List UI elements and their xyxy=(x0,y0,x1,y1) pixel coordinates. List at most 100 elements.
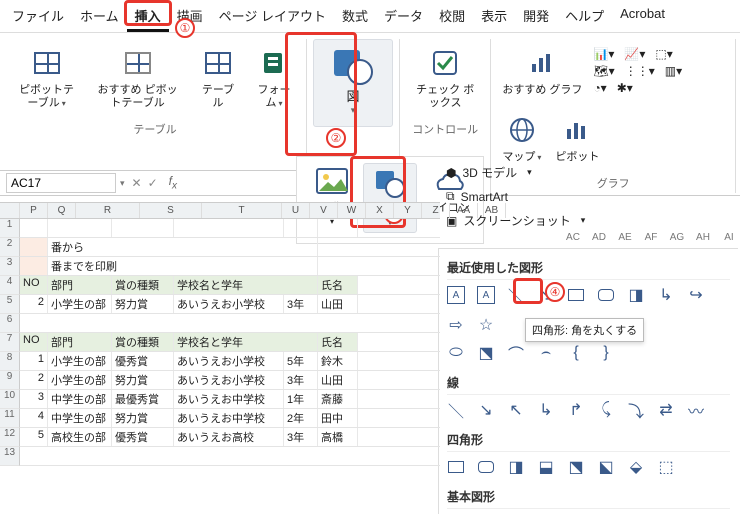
table-row: 1小学生の部優秀賞あいうえお小学校5年鈴木 xyxy=(20,352,440,371)
menu-dev[interactable]: 開発 xyxy=(515,2,557,32)
menu-layout[interactable]: ページ レイアウト xyxy=(211,2,334,32)
shape-round-rect[interactable] xyxy=(597,286,615,304)
rect-4[interactable]: ⬓ xyxy=(537,458,555,476)
shape-line[interactable]: ＼ xyxy=(507,286,525,304)
table-row: 3中学生の部最優秀賞あいうえお中学校1年斎藤 xyxy=(20,390,440,409)
shape-arc2[interactable]: ⌢ xyxy=(537,344,555,362)
line-5[interactable]: ↱ xyxy=(567,401,585,419)
menu-bar: ファイル ホーム 挿入 描画 ページ レイアウト 数式 データ 校閲 表示 開発… xyxy=(0,0,740,32)
shape-arc[interactable]: ⌒ xyxy=(507,344,525,362)
form-button[interactable]: フォーム xyxy=(248,39,300,115)
shape-rect[interactable] xyxy=(567,286,585,304)
col-headers-right: ACADAEAFAGAHAI xyxy=(560,232,740,243)
pivot-table-icon xyxy=(34,44,60,82)
section-recent: 最近使用した図形 xyxy=(447,253,730,280)
line-2[interactable]: ↘ xyxy=(477,401,495,419)
checkbox-icon xyxy=(431,44,459,82)
shape-brace-r[interactable]: } xyxy=(597,344,615,362)
rect-3[interactable]: ◨ xyxy=(507,458,525,476)
table-row: 2小学生の部努力賞あいうえお小学校3年山田 xyxy=(20,295,440,314)
radar-chart-icon[interactable]: ✱▾ xyxy=(617,81,633,95)
shape-gallery: 最近使用した図形 A A ＼ ↘ ◨ ↳ ↪ ⇨ ☆ ⬭ ⬔ ⌒ ⌢ { } 線… xyxy=(438,248,738,514)
shape-textbox[interactable]: A xyxy=(447,286,465,304)
shape-arrow-right[interactable]: ⇨ xyxy=(447,316,465,334)
shapes-icon xyxy=(373,168,407,201)
rect-2[interactable] xyxy=(477,458,495,476)
callout-badge-4: ④ xyxy=(545,282,565,302)
menu-home[interactable]: ホーム xyxy=(72,2,127,32)
group-label-tables: テーブル xyxy=(133,121,176,137)
recommended-chart-button[interactable]: おすすめ グラフ xyxy=(497,39,587,102)
menu-file[interactable]: ファイル xyxy=(4,2,72,32)
shape-flow1[interactable]: ⬭ xyxy=(447,344,465,362)
shape-star[interactable]: ☆ xyxy=(477,316,495,334)
right-menu: ⬢3D モデル▾ ⧉SmartArt ▣スクリーンショット▾ xyxy=(438,160,638,233)
col-headers: PQRSTUVWXYZAAAB xyxy=(0,202,440,219)
recommended-pivot-icon xyxy=(125,44,151,82)
checkbox-button[interactable]: チェック ボックス xyxy=(406,39,484,115)
line-6[interactable]: ⤹ xyxy=(597,401,615,419)
line-1[interactable]: ＼ xyxy=(447,401,465,419)
section-lines: 線 xyxy=(447,368,730,395)
row-numbers: 12345678910111213 xyxy=(0,219,20,466)
shape-textbox-v[interactable]: A xyxy=(477,286,495,304)
name-box[interactable] xyxy=(6,173,116,193)
waterfall-chart-icon[interactable]: ▥▾ xyxy=(665,64,682,78)
rect-7[interactable]: ⬙ xyxy=(627,458,645,476)
image-icon xyxy=(315,167,349,200)
shape-brace-l[interactable]: { xyxy=(567,344,585,362)
bar-chart-icon[interactable]: 📊▾ xyxy=(593,47,614,61)
fx-buttons: ✕✓ xyxy=(129,176,161,190)
line-7[interactable]: ⤵ xyxy=(627,401,645,419)
form-icon xyxy=(261,44,287,82)
menu-insert[interactable]: 挿入 xyxy=(127,2,169,32)
fx-label: fx xyxy=(161,174,185,191)
sheet: PQRSTUVWXYZAAAB 12345678910111213 番から 番ま… xyxy=(0,202,440,466)
menu-formula[interactable]: 数式 xyxy=(334,2,376,32)
shape-flow2[interactable]: ⬔ xyxy=(477,344,495,362)
formula-bar: ▾ ✕✓ fx xyxy=(0,170,296,196)
line-8[interactable]: ⇄ xyxy=(657,401,675,419)
line-chart-icon[interactable]: 📈▾ xyxy=(624,47,645,61)
callout-badge-2: ② xyxy=(326,128,346,148)
nested-chart-icon[interactable]: ⬚▾ xyxy=(655,47,672,61)
menu-acrobat[interactable]: Acrobat xyxy=(612,2,673,32)
rect-5[interactable]: ⬔ xyxy=(567,458,585,476)
cube-icon: ⬢ xyxy=(446,166,456,180)
section-basic: 基本図形 xyxy=(447,482,730,509)
illustrations-button[interactable]: 図 ▾ xyxy=(313,39,393,127)
table-icon xyxy=(205,44,231,82)
smartart-icon: ⧉ xyxy=(446,189,455,204)
rect-1[interactable] xyxy=(447,458,465,476)
shape-tooltip: 四角形: 角を丸くする xyxy=(525,318,644,342)
menu-review[interactable]: 校閲 xyxy=(431,2,473,32)
grid[interactable]: 番から 番までを印刷 NO部門賞の種類学校名と学年氏名 2小学生の部努力賞あいう… xyxy=(20,219,440,466)
pivot-chart-icon xyxy=(563,111,591,149)
shape-single-corner[interactable]: ◨ xyxy=(627,286,645,304)
table-button[interactable]: テーブル xyxy=(192,39,244,115)
menu-3d-model[interactable]: ⬢3D モデル▾ xyxy=(438,160,638,185)
recommended-chart-icon xyxy=(528,44,556,82)
scatter-chart-icon[interactable]: ⋮⋮▾ xyxy=(625,64,655,78)
globe-icon xyxy=(508,111,536,149)
line-4[interactable]: ↳ xyxy=(537,401,555,419)
line-3[interactable]: ↖ xyxy=(507,401,525,419)
rect-8[interactable]: ⬚ xyxy=(657,458,675,476)
recommended-pivot-button[interactable]: おすすめ ピボットテーブル xyxy=(87,39,188,115)
line-9[interactable]: 〰 xyxy=(687,401,705,419)
menu-view[interactable]: 表示 xyxy=(473,2,515,32)
rect-6[interactable]: ⬕ xyxy=(597,458,615,476)
menu-help[interactable]: ヘルプ xyxy=(557,2,612,32)
shape-elbow[interactable]: ↳ xyxy=(657,286,675,304)
pie-chart-icon[interactable]: ◔▾ xyxy=(593,81,606,95)
hier-chart-icon[interactable]: 🗺▾ xyxy=(593,64,614,78)
table-row: 4中学生の部努力賞あいうえお中学校2年田中 xyxy=(20,409,440,428)
illustrations-icon xyxy=(330,46,376,86)
section-rects: 四角形 xyxy=(447,425,730,452)
shape-elbow-arrow[interactable]: ↪ xyxy=(687,286,705,304)
table-row: 5高校生の部優秀賞あいうえお高校3年高橋 xyxy=(20,428,440,447)
group-label-controls: コントロール xyxy=(412,121,478,137)
table-row: 2小学生の部努力賞あいうえお小学校3年山田 xyxy=(20,371,440,390)
pivot-table-button[interactable]: ピボットテーブル xyxy=(10,39,83,115)
menu-data[interactable]: データ xyxy=(376,2,431,32)
